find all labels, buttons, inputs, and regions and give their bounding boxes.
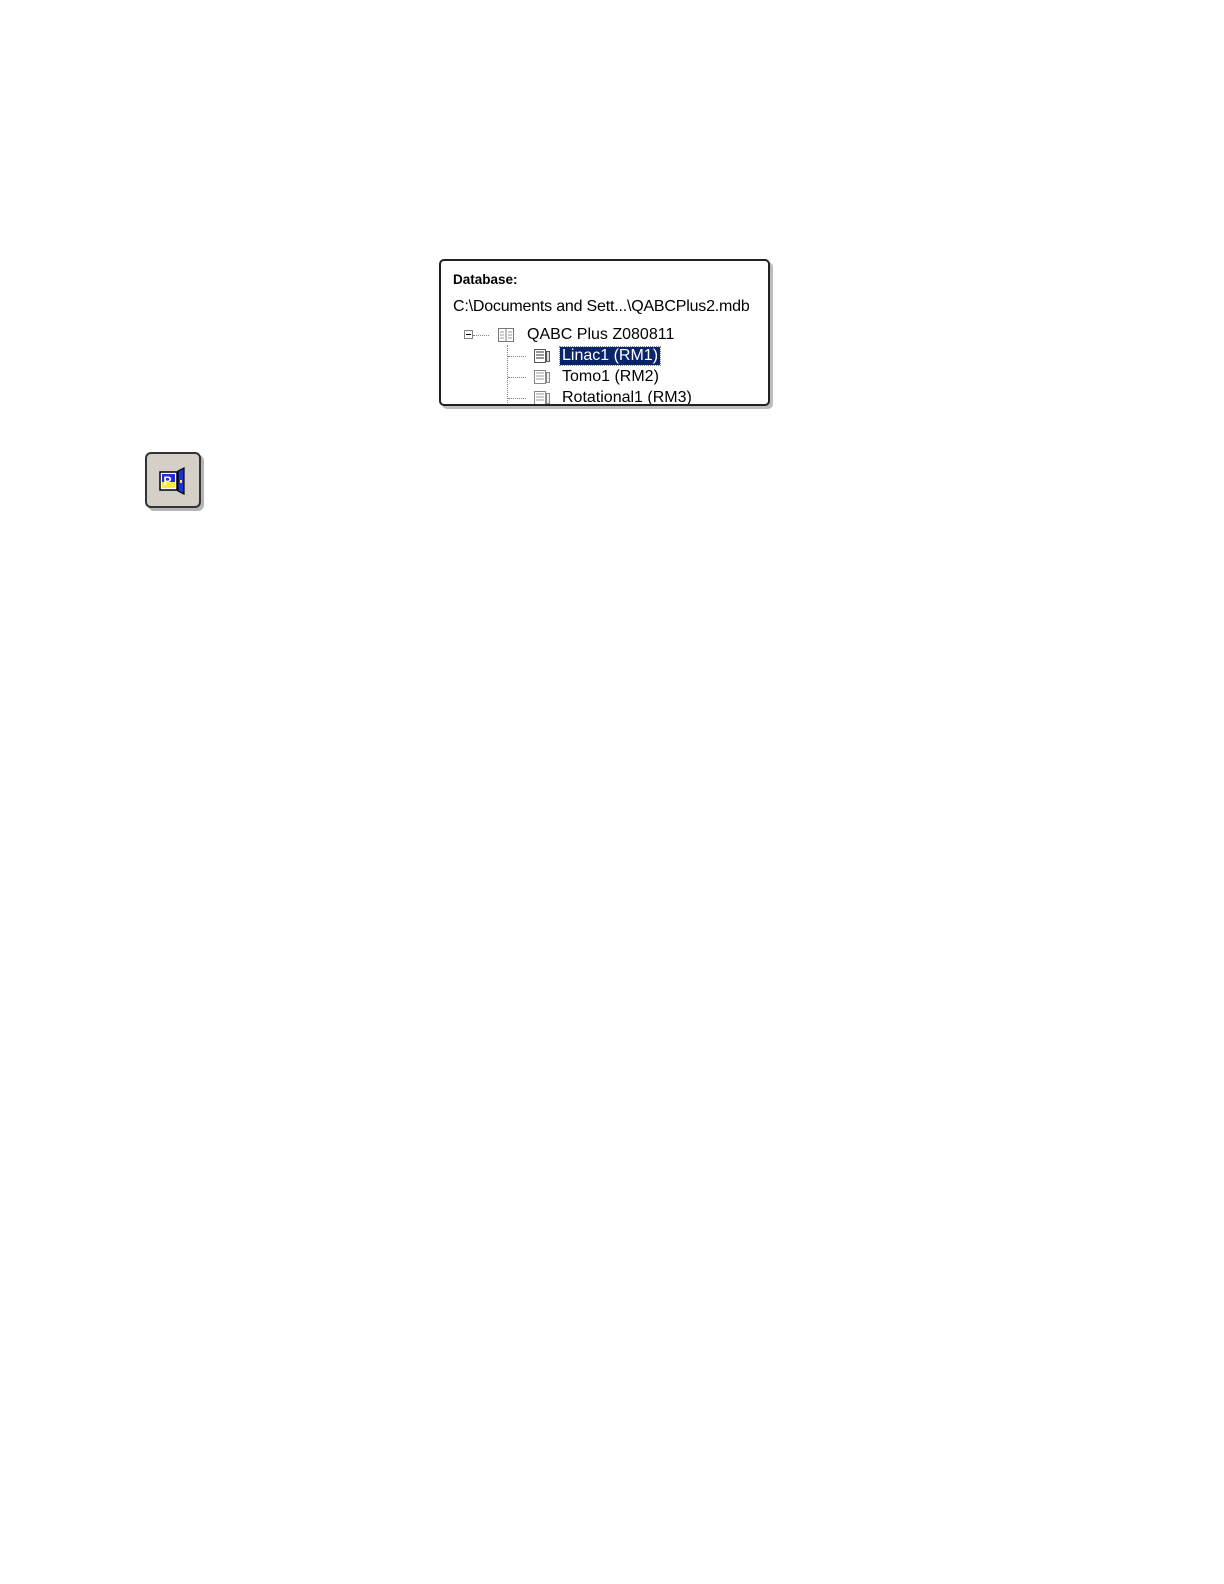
- database-book-icon: [498, 328, 514, 342]
- database-panel: Database: C:\Documents and Sett...\QABCP…: [439, 259, 770, 406]
- p-toolbar-button[interactable]: P: [145, 452, 201, 508]
- tree-root-node[interactable]: QABC Plus Z080811: [525, 325, 676, 345]
- machine-book-icon: [534, 391, 550, 404]
- tree-item-label: Linac1 (RM1): [558, 346, 662, 366]
- tree-connector: [508, 356, 526, 357]
- p-letter: P: [164, 474, 172, 488]
- tree-item-rotational1[interactable]: Rotational1 (RM3): [560, 388, 694, 406]
- p-door-icon: P: [159, 467, 185, 495]
- machine-book-icon: [534, 370, 550, 384]
- tree-item-label: Tomo1 (RM2): [562, 368, 659, 385]
- tree-item-label: Rotational1 (RM3): [562, 389, 692, 406]
- tree-item-tomo1[interactable]: Tomo1 (RM2): [560, 367, 661, 387]
- tree-connector: [507, 345, 508, 404]
- tree-item-linac1[interactable]: Linac1 (RM1): [558, 346, 662, 366]
- database-label: Database:: [453, 272, 518, 287]
- tree-root-label: QABC Plus Z080811: [527, 326, 675, 343]
- collapse-toggle-icon[interactable]: [464, 330, 473, 339]
- machine-book-icon: [534, 349, 550, 363]
- tree-connector: [473, 335, 489, 336]
- database-path: C:\Documents and Sett...\QABCPlus2.mdb: [453, 298, 750, 315]
- tree-connector: [508, 377, 526, 378]
- tree-connector: [508, 398, 526, 399]
